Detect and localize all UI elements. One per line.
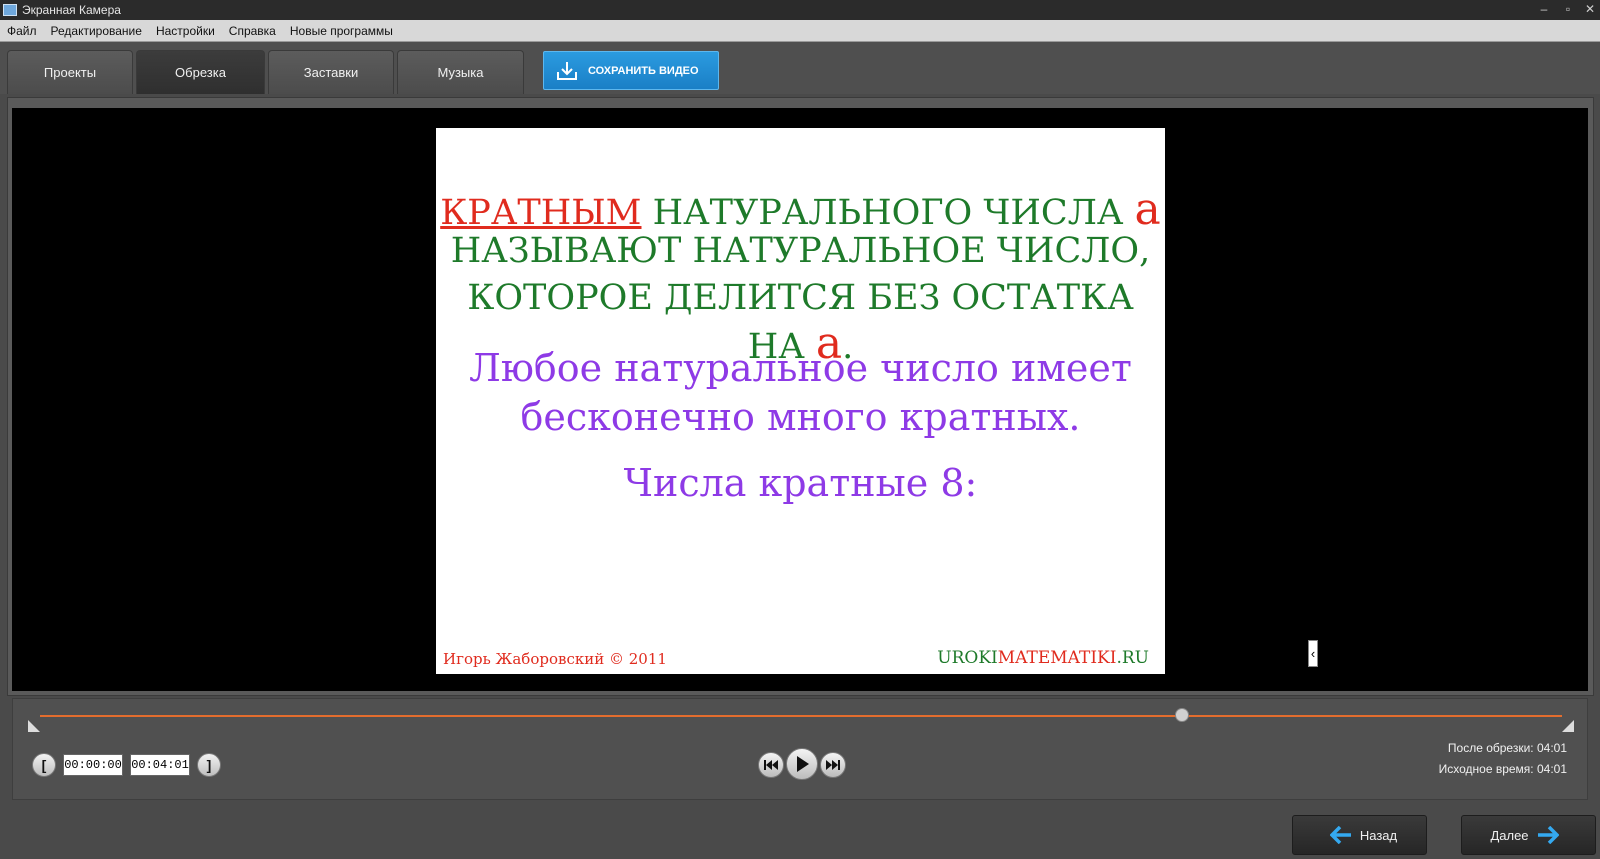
slide-keyword: КРАТНЫМ [440, 193, 642, 233]
skip-back-icon [764, 760, 778, 770]
slide-purple-line-2: бесконечно много кратных. [520, 395, 1081, 439]
original-time-value: 04:01 [1536, 762, 1567, 776]
end-time-input[interactable]: 00:04:01 [130, 754, 190, 776]
trim-end-marker[interactable] [1562, 720, 1574, 732]
play-button[interactable] [786, 748, 818, 780]
trim-start-marker[interactable] [28, 720, 40, 732]
original-time-label: Исходное время: [1438, 762, 1534, 776]
tab-intros[interactable]: Заставки [268, 50, 394, 94]
back-button[interactable]: Назад [1292, 815, 1427, 855]
menu-edit[interactable]: Редактирование [51, 24, 142, 38]
site-part: .RU [1116, 648, 1149, 668]
skip-forward-icon [826, 760, 840, 770]
window-title: Экранная Камера [22, 3, 121, 17]
slide-variable: а [1134, 184, 1161, 235]
tab-music[interactable]: Музыка [397, 50, 524, 94]
slide-purple-line-1: Любое натуральное число имеет [469, 346, 1132, 390]
next-label: Далее [1490, 827, 1529, 843]
save-video-label: СОХРАНИТЬ ВИДЕО [588, 64, 699, 77]
set-start-button[interactable]: [ [32, 753, 56, 777]
app-monitor-icon [3, 4, 17, 16]
slide-line-1: КРАТНЫМ НАТУРАЛЬНОГО ЧИСЛА а [436, 184, 1165, 235]
tab-label: Обрезка [175, 65, 226, 80]
timeline-playhead[interactable] [1174, 708, 1189, 722]
set-end-button[interactable]: ] [197, 753, 221, 777]
tab-trim[interactable]: Обрезка [136, 50, 265, 94]
site-part: MATEMATIKI [997, 648, 1117, 668]
tab-label: Заставки [303, 65, 359, 80]
video-frame-slide: КРАТНЫМ НАТУРАЛЬНОГО ЧИСЛА а НАЗЫВАЮТ НА… [436, 128, 1165, 674]
after-trim-label: После обрезки: [1447, 741, 1534, 755]
skip-back-button[interactable] [758, 752, 784, 778]
tabs-bar: Проекты Обрезка Заставки Музыка [0, 42, 1600, 94]
original-time-info: Исходное время: 04:01 [1439, 762, 1567, 776]
title-bar: Экранная Камера – ▫ ✕ [0, 0, 1600, 20]
skip-forward-button[interactable] [820, 752, 846, 778]
start-time-input[interactable]: 00:00:00 [63, 754, 123, 776]
play-icon [797, 756, 809, 772]
timeline-track[interactable] [40, 715, 1562, 717]
back-label: Назад [1359, 827, 1398, 843]
menu-new-programs[interactable]: Новые программы [290, 24, 393, 38]
after-trim-value: 04:01 [1536, 741, 1567, 755]
panel-collapse-handle[interactable]: ‹ [1308, 640, 1318, 667]
save-video-button[interactable]: СОХРАНИТЬ ВИДЕО [543, 51, 719, 90]
menu-bar: Файл Редактирование Настройки Справка Но… [0, 20, 1600, 42]
tab-projects[interactable]: Проекты [7, 50, 133, 94]
slide-author: Игорь Жаборовский © 2011 [443, 650, 667, 668]
slide-purple-line-3: Числа кратные 8: [623, 461, 978, 505]
tab-label: Проекты [43, 65, 97, 80]
download-icon [557, 61, 577, 80]
restore-icon[interactable]: ▫ [1560, 2, 1576, 16]
arrow-right-icon [1537, 826, 1559, 844]
menu-help[interactable]: Справка [229, 24, 276, 38]
slide-text: НАТУРАЛЬНОГО ЧИСЛА [641, 193, 1135, 233]
slide-line-2: НАЗЫВАЮТ НАТУРАЛЬНОЕ ЧИСЛО, [450, 231, 1151, 271]
after-trim-info: После обрезки: 04:01 [1448, 741, 1567, 755]
close-icon[interactable]: ✕ [1582, 2, 1598, 16]
slide-site: UROKIMATEMATIKI.RU [937, 648, 1149, 668]
menu-settings[interactable]: Настройки [156, 24, 215, 38]
next-button[interactable]: Далее [1461, 815, 1596, 855]
tab-label: Музыка [437, 65, 484, 80]
minimize-icon[interactable]: – [1536, 2, 1552, 16]
menu-file[interactable]: Файл [7, 24, 37, 38]
arrow-left-icon [1329, 826, 1351, 844]
site-part: UROKI [937, 648, 998, 668]
